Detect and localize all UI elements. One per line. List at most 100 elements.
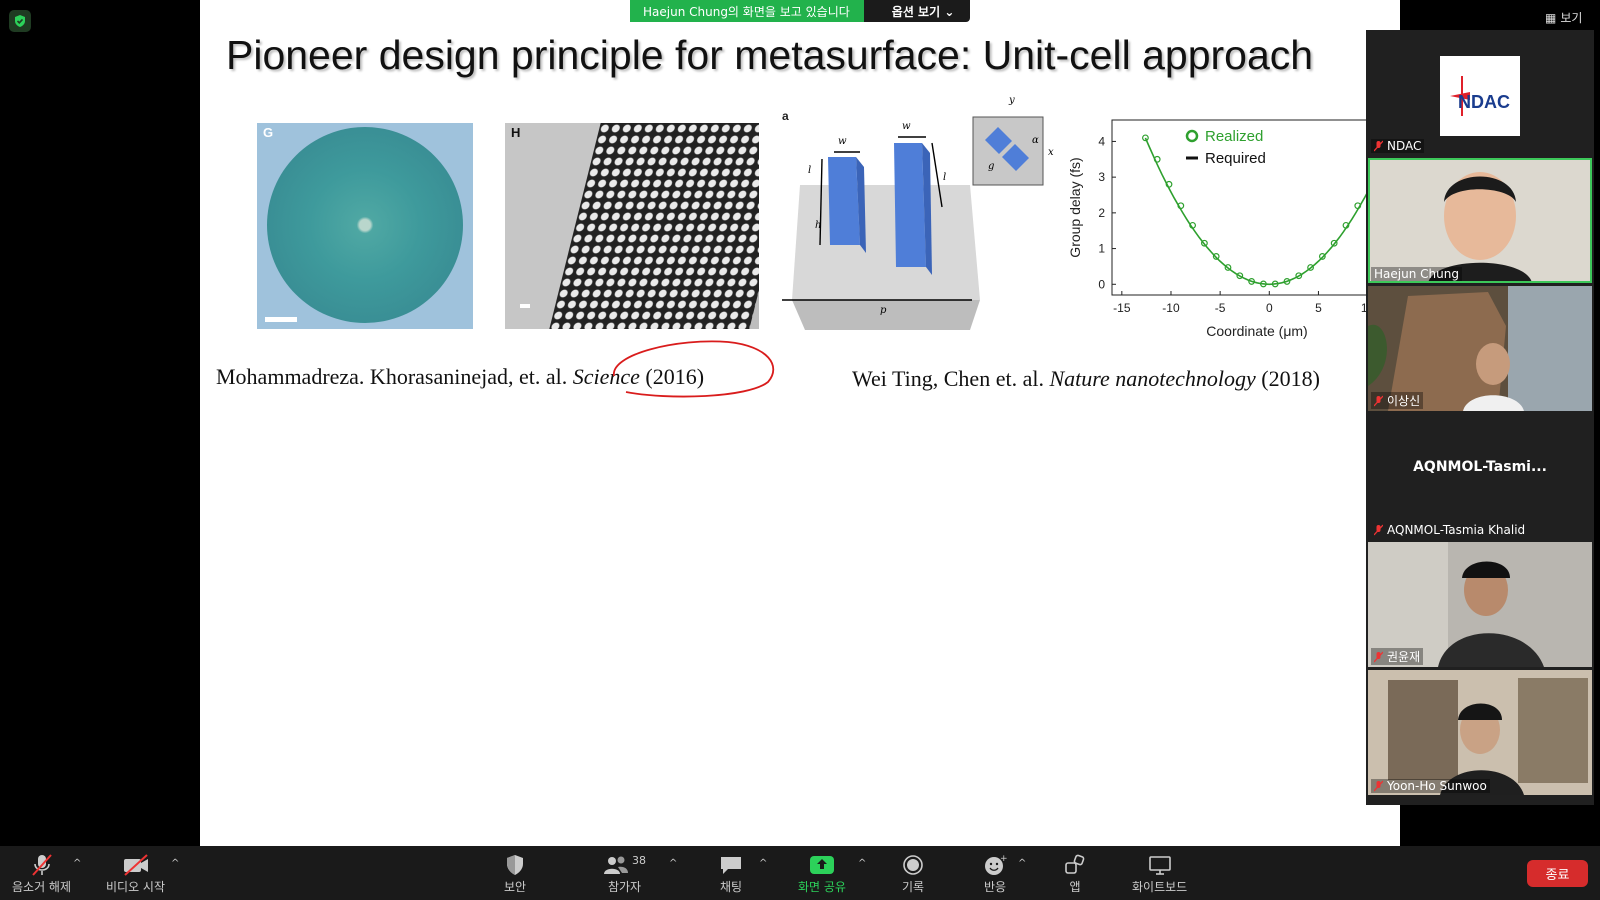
label-g: g	[988, 161, 994, 172]
participant-tile-yoon-ho-sunwoo[interactable]: Yoon-Ho Sunwoo	[1368, 670, 1592, 795]
share-screen-button[interactable]: 화면 공유	[798, 852, 846, 895]
series-line-required	[1144, 137, 1394, 286]
participant-name: Yoon-Ho Sunwoo	[1371, 779, 1490, 793]
citation-right: Wei Ting, Chen et. al. Nature nanotechno…	[852, 366, 1320, 392]
participant-name: AQNMOL-Tasmia Khalid	[1371, 523, 1528, 537]
y-tick-label: 3	[1098, 170, 1105, 184]
svg-text:+: +	[1000, 854, 1007, 864]
muted-mic-icon	[1373, 395, 1384, 407]
scale-bar	[265, 317, 297, 322]
x-tick-label: 5	[1315, 301, 1322, 315]
legend-marker-realized	[1185, 129, 1199, 143]
y-tick-label: 4	[1098, 134, 1105, 148]
view-label: 보기	[1560, 11, 1583, 25]
participant-tile-haejun-chung[interactable]: Haejun Chung	[1368, 158, 1592, 283]
legend-label-realized: Realized	[1205, 128, 1263, 145]
ndac-logo: NDAC	[1440, 56, 1520, 136]
metalens-disc	[267, 127, 463, 323]
apps-icon	[1064, 852, 1086, 878]
participant-tile-kwon-yunjae[interactable]: 권윤재	[1368, 542, 1592, 667]
sem-pillars-figure: H	[505, 123, 759, 329]
participant-gallery: NDAC NDAC Haejun Chung 이상신 AQNMOL-Tasmi.…	[1366, 30, 1594, 805]
ndac-logo-text: NDAC	[1458, 92, 1510, 112]
smiley-icon: +	[983, 852, 1007, 878]
participants-icon: 38	[603, 852, 646, 878]
muted-mic-icon	[1373, 780, 1384, 792]
chevron-up-icon[interactable]: ^	[171, 858, 179, 869]
group-delay-chart: -15-10-5051001234Coordinate (μm)Group de…	[1067, 119, 1400, 339]
label-y: y	[1008, 95, 1015, 106]
chevron-down-icon: ⌄	[944, 5, 955, 19]
chevron-up-icon[interactable]: ^	[669, 858, 677, 869]
chevron-up-icon[interactable]: ^	[759, 858, 767, 869]
participant-tile-lee-sangsin[interactable]: 이상신	[1368, 286, 1592, 411]
muted-mic-icon	[30, 852, 54, 878]
citation-right-year: (2018)	[1261, 366, 1320, 391]
x-tick-label: -5	[1215, 301, 1226, 315]
video-feed	[1368, 670, 1592, 795]
chevron-up-icon[interactable]: ^	[858, 858, 866, 869]
legend-label-required: Required	[1205, 150, 1266, 167]
view-options-label: 옵션 보기	[891, 5, 941, 19]
shield-icon	[505, 852, 525, 878]
whiteboard-icon	[1148, 852, 1172, 878]
participant-name: 이상신	[1371, 392, 1424, 409]
label-alpha: α	[1032, 135, 1039, 146]
citation-right-journal: Nature nanotechnology	[1049, 366, 1256, 391]
view-button[interactable]: ▦ 보기	[1545, 9, 1582, 26]
record-icon	[902, 852, 924, 878]
chevron-up-icon[interactable]: ^	[1018, 858, 1026, 869]
x-tick-label: -15	[1113, 301, 1131, 315]
slide-title: Pioneer design principle for metasurface…	[226, 32, 1314, 78]
muted-mic-icon	[1373, 140, 1384, 152]
participants-count: 38	[632, 853, 646, 867]
y-tick-label: 2	[1098, 206, 1105, 220]
participants-button[interactable]: 38 참가자	[603, 852, 646, 895]
x-tick-label: -10	[1162, 301, 1180, 315]
chevron-up-icon[interactable]: ^	[73, 858, 81, 869]
participant-display-name: AQNMOL-Tasmi...	[1413, 459, 1547, 475]
video-off-icon	[122, 852, 150, 878]
scale-bar	[520, 304, 530, 308]
start-video-button[interactable]: 비디오 시작	[106, 852, 165, 895]
shared-slide: Pioneer design principle for metasurface…	[200, 0, 1400, 846]
chat-button[interactable]: 채팅	[719, 852, 743, 895]
muted-mic-icon	[1373, 651, 1384, 663]
y-tick-label: 1	[1098, 242, 1105, 256]
plot-frame	[1111, 119, 1400, 296]
sharing-status-text: Haejun Chung의 화면을 보고 있습니다	[630, 0, 864, 22]
label-x: x	[1048, 147, 1054, 158]
x-axis-label: Coordinate (μm)	[1206, 323, 1307, 339]
video-feed	[1368, 158, 1592, 283]
citation-left-authors: Mohammadreza. Khorasaninejad, et. al.	[216, 364, 568, 389]
reactions-button[interactable]: + 반응	[983, 852, 1007, 895]
label-w1: w	[838, 136, 847, 147]
metalens-photo-figure: G	[257, 123, 473, 329]
figure-label-g: G	[263, 125, 274, 140]
y-tick-label: 0	[1098, 277, 1105, 291]
participant-name: 권윤재	[1371, 648, 1424, 665]
security-button[interactable]: 보안	[504, 852, 526, 895]
security-shield-icon[interactable]	[9, 10, 31, 32]
unmute-button[interactable]: 음소거 해제	[12, 852, 71, 895]
chat-bubble-icon	[719, 852, 743, 878]
red-annotation-circle	[613, 340, 774, 398]
label-p: p	[880, 305, 887, 316]
participant-tile-ndac[interactable]: NDAC NDAC	[1368, 30, 1592, 155]
share-screen-icon	[809, 852, 835, 878]
end-meeting-button[interactable]: 종료	[1527, 860, 1588, 887]
view-options-button[interactable]: 옵션 보기 ⌄	[863, 0, 971, 22]
figure-label-h: H	[511, 125, 521, 140]
unit-cell-schematic: a w w l l h p y x g α	[780, 95, 1060, 340]
participant-tile-aqnmol-tasmia-khalid[interactable]: AQNMOL-Tasmi... AQNMOL-Tasmia Khalid	[1368, 414, 1592, 539]
whiteboard-button[interactable]: 화이트보드	[1132, 852, 1187, 895]
meeting-toolbar: 음소거 해제 ^ 비디오 시작 ^ 보안 38 참가자 ^ 채팅 ^ 화면 공유…	[0, 846, 1600, 900]
grid-view-icon: ▦	[1545, 10, 1557, 25]
unit-cell-drawing: w w l l h p y x g α	[782, 95, 1054, 330]
citation-right-authors: Wei Ting, Chen et. al.	[852, 366, 1044, 391]
participant-name: NDAC	[1371, 139, 1425, 153]
apps-button[interactable]: 앱	[1064, 852, 1086, 895]
record-button[interactable]: 기록	[902, 852, 924, 895]
figure-label-a: a	[782, 109, 789, 123]
label-l2: l	[943, 172, 946, 183]
